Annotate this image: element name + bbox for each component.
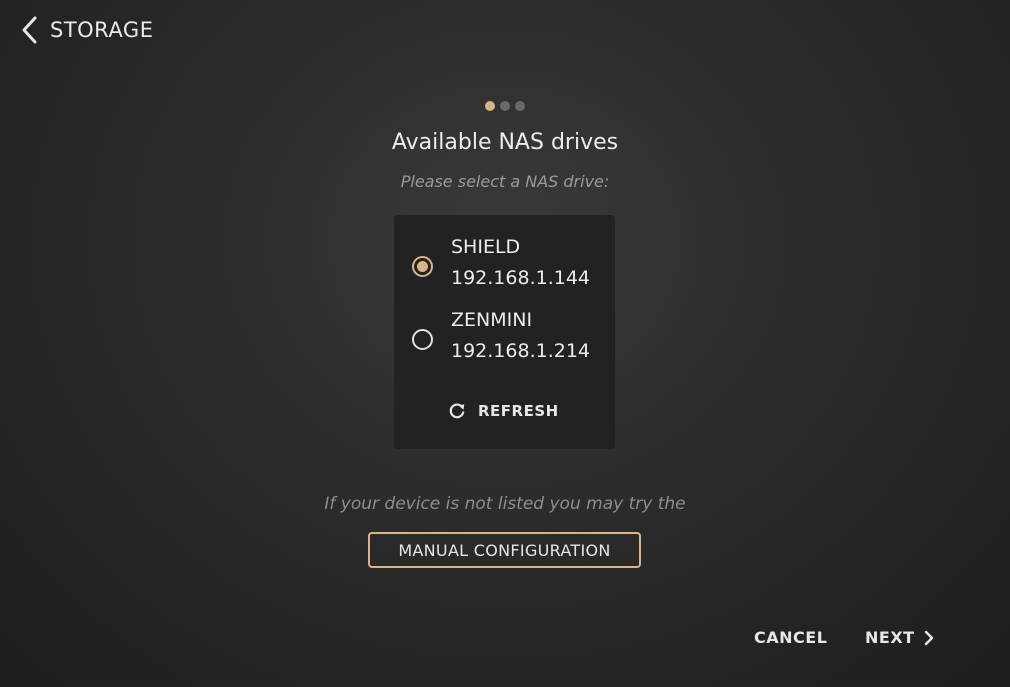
manual-configuration-button[interactable]: MANUAL CONFIGURATION	[368, 532, 641, 568]
step-dot-2	[500, 101, 510, 111]
radio-button[interactable]	[412, 329, 433, 350]
refresh-icon	[449, 403, 465, 419]
cancel-button[interactable]: CANCEL	[754, 628, 827, 647]
back-button[interactable]: STORAGE	[20, 14, 153, 46]
drive-ip: 192.168.1.144	[451, 267, 591, 289]
chevron-right-icon	[924, 630, 933, 645]
refresh-button[interactable]: REFRESH	[448, 399, 559, 423]
drive-ip: 192.168.1.214	[451, 340, 591, 362]
drive-option-shield[interactable]: SHIELD 192.168.1.144	[394, 236, 615, 302]
drive-name: SHIELD	[451, 236, 521, 258]
drive-option-zenmini[interactable]: ZENMINI 192.168.1.214	[394, 309, 615, 375]
step-indicator	[485, 101, 525, 111]
drive-name: ZENMINI	[451, 309, 533, 331]
step-dot-1	[485, 101, 495, 111]
step-dot-3	[515, 101, 525, 111]
refresh-label: REFRESH	[478, 402, 559, 420]
radio-button-selected[interactable]	[412, 256, 433, 277]
chevron-left-icon	[22, 16, 37, 44]
page-subtitle: Please select a NAS drive:	[400, 172, 610, 191]
nas-drive-list: SHIELD 192.168.1.144 ZENMINI 192.168.1.2…	[394, 215, 615, 449]
next-label: NEXT	[865, 628, 915, 647]
next-button[interactable]: NEXT	[865, 628, 934, 647]
back-label: STORAGE	[50, 18, 154, 42]
page-title: Available NAS drives	[391, 130, 619, 155]
hint-text: If your device is not listed you may try…	[324, 494, 686, 514]
